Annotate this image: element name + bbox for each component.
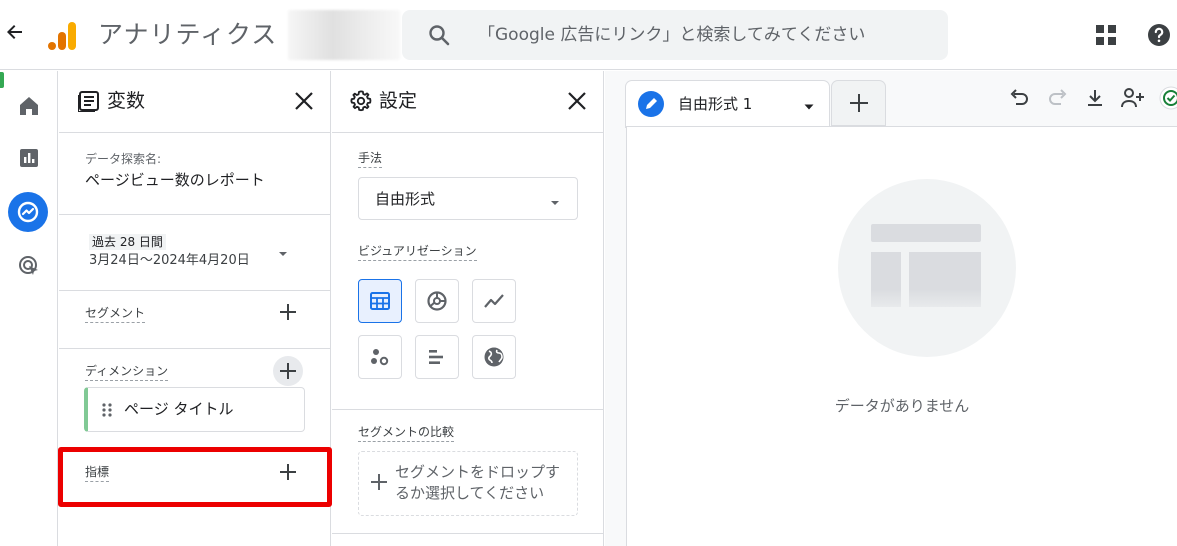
analytics-logo-icon[interactable] (46, 20, 78, 52)
explore-icon[interactable] (8, 192, 48, 232)
technique-label: 手法 (358, 150, 383, 168)
technique-select[interactable]: 自由形式 (358, 177, 578, 220)
line-chart-icon[interactable] (472, 279, 516, 323)
exploration-name-label: データ探索名: (85, 152, 162, 166)
segment-compare-label: セグメントの比較 (358, 424, 455, 442)
home-icon[interactable] (12, 89, 46, 123)
segment-drop-text: セグメントをドロップするか選択してください (395, 463, 561, 502)
chevron-down-icon[interactable] (803, 98, 815, 110)
add-segment-button[interactable] (273, 297, 303, 327)
add-tab-button[interactable] (832, 81, 885, 125)
exploration-name-section: データ探索名: ページビュー数のレポート (59, 133, 330, 215)
tab-freeform-1[interactable]: 自由形式 1 (626, 81, 829, 127)
drag-handle-icon[interactable] (102, 402, 116, 418)
check-status-icon[interactable] (1159, 86, 1177, 110)
pencil-icon (638, 91, 664, 117)
close-icon[interactable] (293, 90, 315, 112)
date-range: 3月24日～2024年4月20日 (89, 253, 250, 268)
dimension-item-label: ページ タイトル (124, 400, 234, 418)
download-icon[interactable] (1083, 86, 1107, 110)
search-icon (428, 24, 450, 46)
canvas-body: データがありません (626, 126, 1177, 546)
variables-icon (77, 90, 100, 113)
chevron-down-icon (549, 194, 561, 206)
help-icon[interactable] (1147, 23, 1171, 47)
top-bar: アナリティクス 「Google 広告にリンク」と検索してみてください (0, 0, 1177, 70)
variables-header: 変数 (59, 71, 330, 133)
close-icon[interactable] (566, 90, 588, 112)
redo-icon[interactable] (1046, 86, 1070, 110)
search-input[interactable]: 「Google 広告にリンク」と検索してみてください (402, 10, 948, 60)
add-dimension-button[interactable] (273, 356, 303, 386)
variables-title: 変数 (107, 90, 146, 112)
bar-chart-icon[interactable] (415, 335, 459, 379)
left-nav-rail (0, 71, 58, 546)
date-range-section[interactable]: 過去 28 日間 3月24日～2024年4月20日 (59, 215, 330, 291)
chevron-down-icon[interactable] (277, 245, 289, 257)
dimension-label: ディメンション (85, 363, 169, 381)
divider (332, 409, 603, 410)
settings-panel: 設定 手法 自由形式 ビジュアリゼーション セグメントの比較 セグメントをドロッ… (332, 71, 604, 546)
share-user-icon[interactable] (1121, 86, 1145, 110)
exploration-canvas: 自由形式 1 データがありません (605, 71, 1177, 546)
tab-label: 自由形式 1 (678, 95, 753, 113)
empty-state-text: データがありません (834, 397, 970, 415)
donut-chart-icon[interactable] (415, 279, 459, 323)
apps-grid-icon[interactable] (1096, 25, 1116, 45)
plus-icon (371, 474, 389, 492)
search-placeholder: 「Google 広告にリンク」と検索してみてください (478, 25, 866, 45)
gear-icon (350, 90, 372, 112)
reports-icon[interactable] (12, 141, 46, 175)
divider (332, 533, 603, 534)
dimension-chip[interactable]: ページ タイトル (84, 387, 305, 432)
back-arrow-icon[interactable] (6, 24, 24, 46)
segment-drop-zone[interactable]: セグメントをドロップするか選択してください (358, 451, 578, 516)
technique-value: 自由形式 (375, 190, 436, 208)
undo-icon[interactable] (1007, 86, 1031, 110)
table-icon[interactable] (358, 279, 402, 323)
geo-map-icon[interactable] (472, 335, 516, 379)
advertising-icon[interactable] (12, 249, 46, 283)
exploration-name[interactable]: ページビュー数のレポート (85, 169, 265, 191)
empty-state-illustration (838, 179, 1016, 357)
metrics-highlight-box (58, 447, 332, 507)
account-selector[interactable] (288, 10, 400, 60)
scatter-icon[interactable] (358, 335, 402, 379)
settings-title: 設定 (379, 90, 418, 112)
visualization-label: ビジュアリゼーション (358, 243, 477, 261)
segment-section: セグメント (59, 291, 330, 349)
date-preset-chip: 過去 28 日間 (89, 234, 166, 250)
segment-label: セグメント (85, 305, 146, 323)
rail-edge-marker (0, 72, 4, 88)
app-title: アナリティクス (98, 20, 278, 49)
settings-header: 設定 (332, 71, 603, 133)
